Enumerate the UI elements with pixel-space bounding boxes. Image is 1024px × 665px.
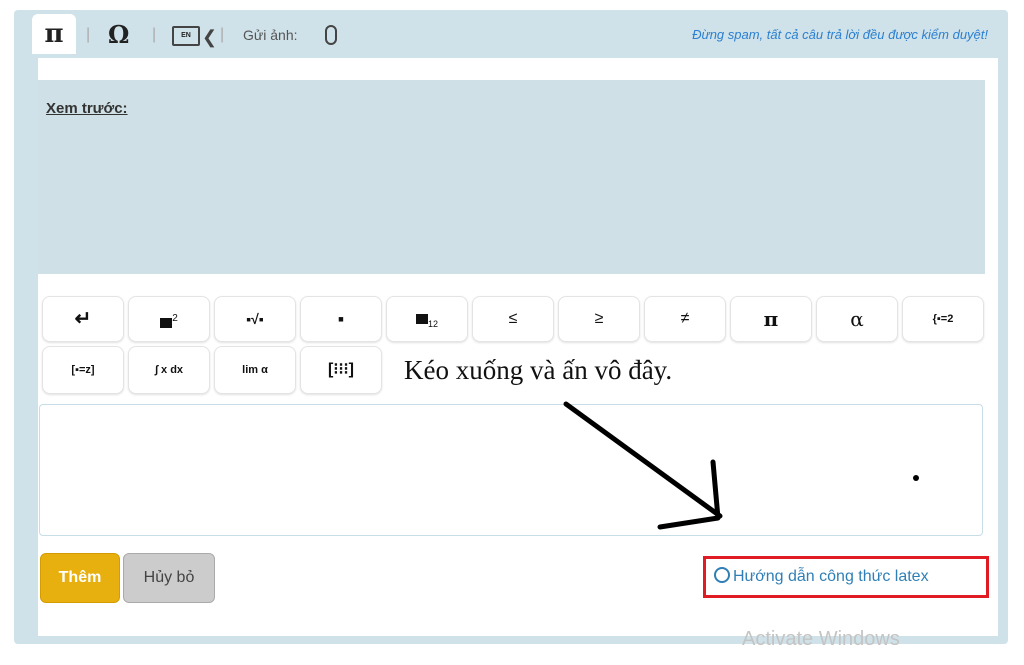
latex-guide-label: Hướng dẫn công thức latex	[733, 568, 929, 585]
help-globe-icon	[714, 566, 730, 583]
cancel-button[interactable]: Hủy bỏ	[123, 553, 215, 603]
windows-activation-watermark: Activate Windows	[742, 628, 900, 650]
latex-guide-link[interactable]: Hướng dẫn công thức latex	[703, 556, 989, 598]
ink-dot	[913, 475, 919, 481]
add-button[interactable]: Thêm	[40, 553, 120, 603]
